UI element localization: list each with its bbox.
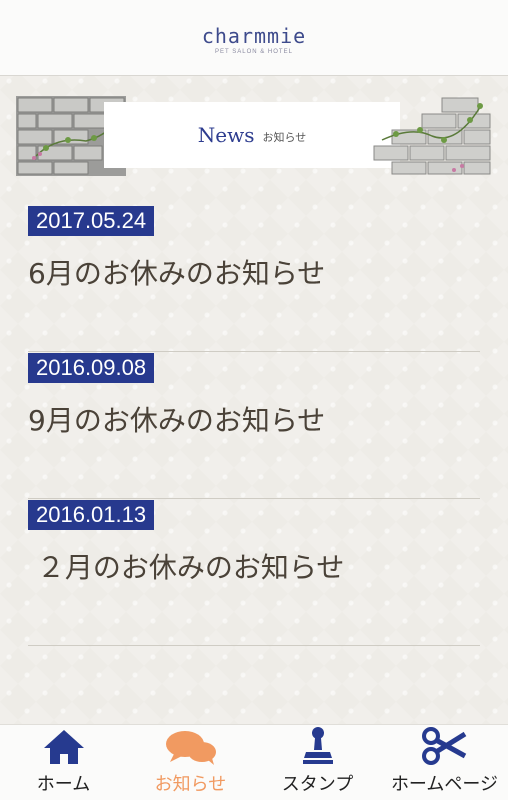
tab-homepage[interactable]: ホームページ <box>381 725 508 800</box>
tab-label: ホーム <box>36 774 91 795</box>
banner-title: News <box>197 123 255 147</box>
stamp-icon <box>302 727 333 764</box>
tab-home[interactable]: ホーム <box>0 725 127 800</box>
bottom-tab-bar: ホーム お知らせ スタンプ ホームページ <box>0 724 508 800</box>
banner-title-box: News お知らせ <box>104 102 400 168</box>
tab-news[interactable]: お知らせ <box>127 725 254 800</box>
home-icon <box>43 730 84 764</box>
news-list-item[interactable]: 2016.09.08 9月のお休みのお知らせ <box>28 353 480 499</box>
scissors-icon <box>421 727 466 765</box>
app-header: charmmie PET SALON & HOTEL <box>0 0 508 76</box>
brick-wall-right-image <box>373 97 491 175</box>
tab-label: スタンプ <box>281 774 354 795</box>
tab-label: ホームページ <box>390 774 499 795</box>
banner-subtitle: お知らせ <box>262 131 307 144</box>
news-title[interactable]: 6月のお休みのお知らせ <box>28 252 325 292</box>
tab-label: お知らせ <box>154 774 227 795</box>
chat-bubbles-icon <box>165 731 216 765</box>
logo-text: charmmie <box>201 23 307 48</box>
logo-subtitle: PET SALON & HOTEL <box>215 48 293 55</box>
news-date-badge: 2016.09.08 <box>28 353 155 383</box>
news-list-item[interactable]: 2016.01.13 ２月のお休みのお知らせ <box>28 500 480 646</box>
tab-stamp[interactable]: スタンプ <box>254 725 381 800</box>
news-date-badge: 2017.05.24 <box>28 206 155 236</box>
news-banner: News お知らせ <box>16 96 492 176</box>
news-title[interactable]: ２月のお休みのお知らせ <box>28 546 344 586</box>
news-title[interactable]: 9月のお休みのお知らせ <box>28 399 325 439</box>
news-date-badge: 2016.01.13 <box>28 500 155 530</box>
news-list-item[interactable]: 2017.05.24 6月のお休みのお知らせ <box>28 206 480 352</box>
